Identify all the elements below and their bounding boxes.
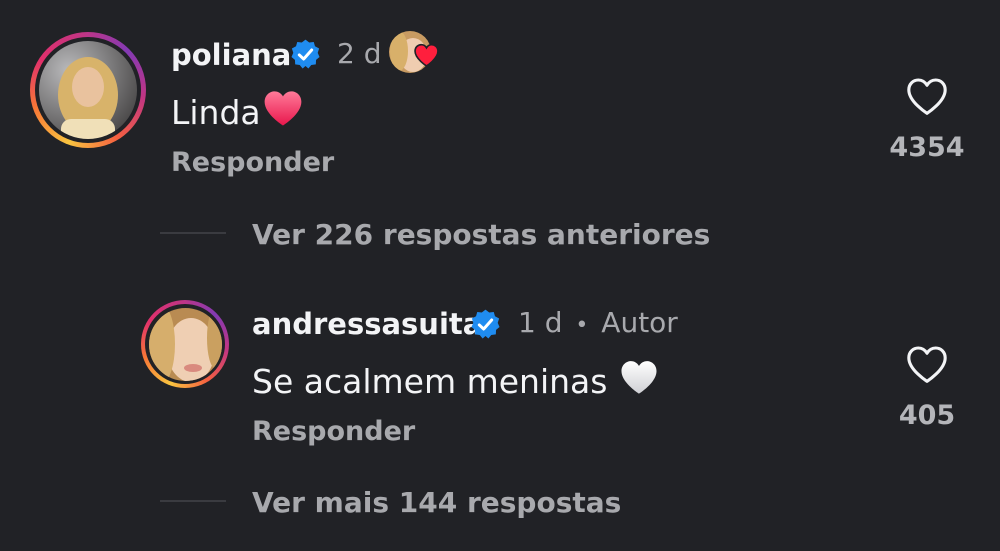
reply-button[interactable]: Responder: [171, 147, 334, 178]
like-count: 405: [898, 400, 956, 431]
like-heart-icon[interactable]: [905, 76, 949, 116]
avatar-andressasuita[interactable]: [141, 300, 229, 388]
reply-username[interactable]: andressasuita: [252, 307, 482, 341]
view-more-replies-button[interactable]: Ver mais 144 respostas: [252, 486, 621, 519]
comment-text: Linda: [171, 88, 304, 136]
meta-separator: •: [575, 313, 589, 338]
replies-divider-line: [160, 232, 226, 234]
verified-badge-icon: [469, 308, 502, 341]
white-heart-emoji-icon: [619, 358, 659, 404]
reply-text-content: Se acalmem meninas: [252, 361, 608, 401]
reply-meta: 1 d • Autor: [518, 306, 678, 339]
author-badge: Autor: [601, 306, 678, 339]
verified-badge-icon: [289, 38, 322, 71]
like-count: 4354: [889, 132, 965, 163]
reply-button[interactable]: Responder: [252, 416, 415, 447]
reply-timestamp: 1 d: [518, 306, 563, 339]
like-heart-icon[interactable]: [905, 344, 949, 384]
comment-username[interactable]: poliana: [171, 38, 291, 72]
author-liked-indicator: [389, 31, 449, 75]
red-heart-icon: [413, 43, 440, 71]
replies-divider-line: [160, 500, 226, 502]
comment-text-content: Linda: [171, 92, 261, 132]
comment-timestamp: 2 d: [337, 37, 382, 70]
avatar-poliana[interactable]: [30, 32, 146, 148]
red-heart-emoji-icon: [262, 88, 304, 136]
view-previous-replies-button[interactable]: Ver 226 respostas anteriores: [252, 218, 710, 251]
reply-text: Se acalmem meninas: [252, 358, 659, 404]
